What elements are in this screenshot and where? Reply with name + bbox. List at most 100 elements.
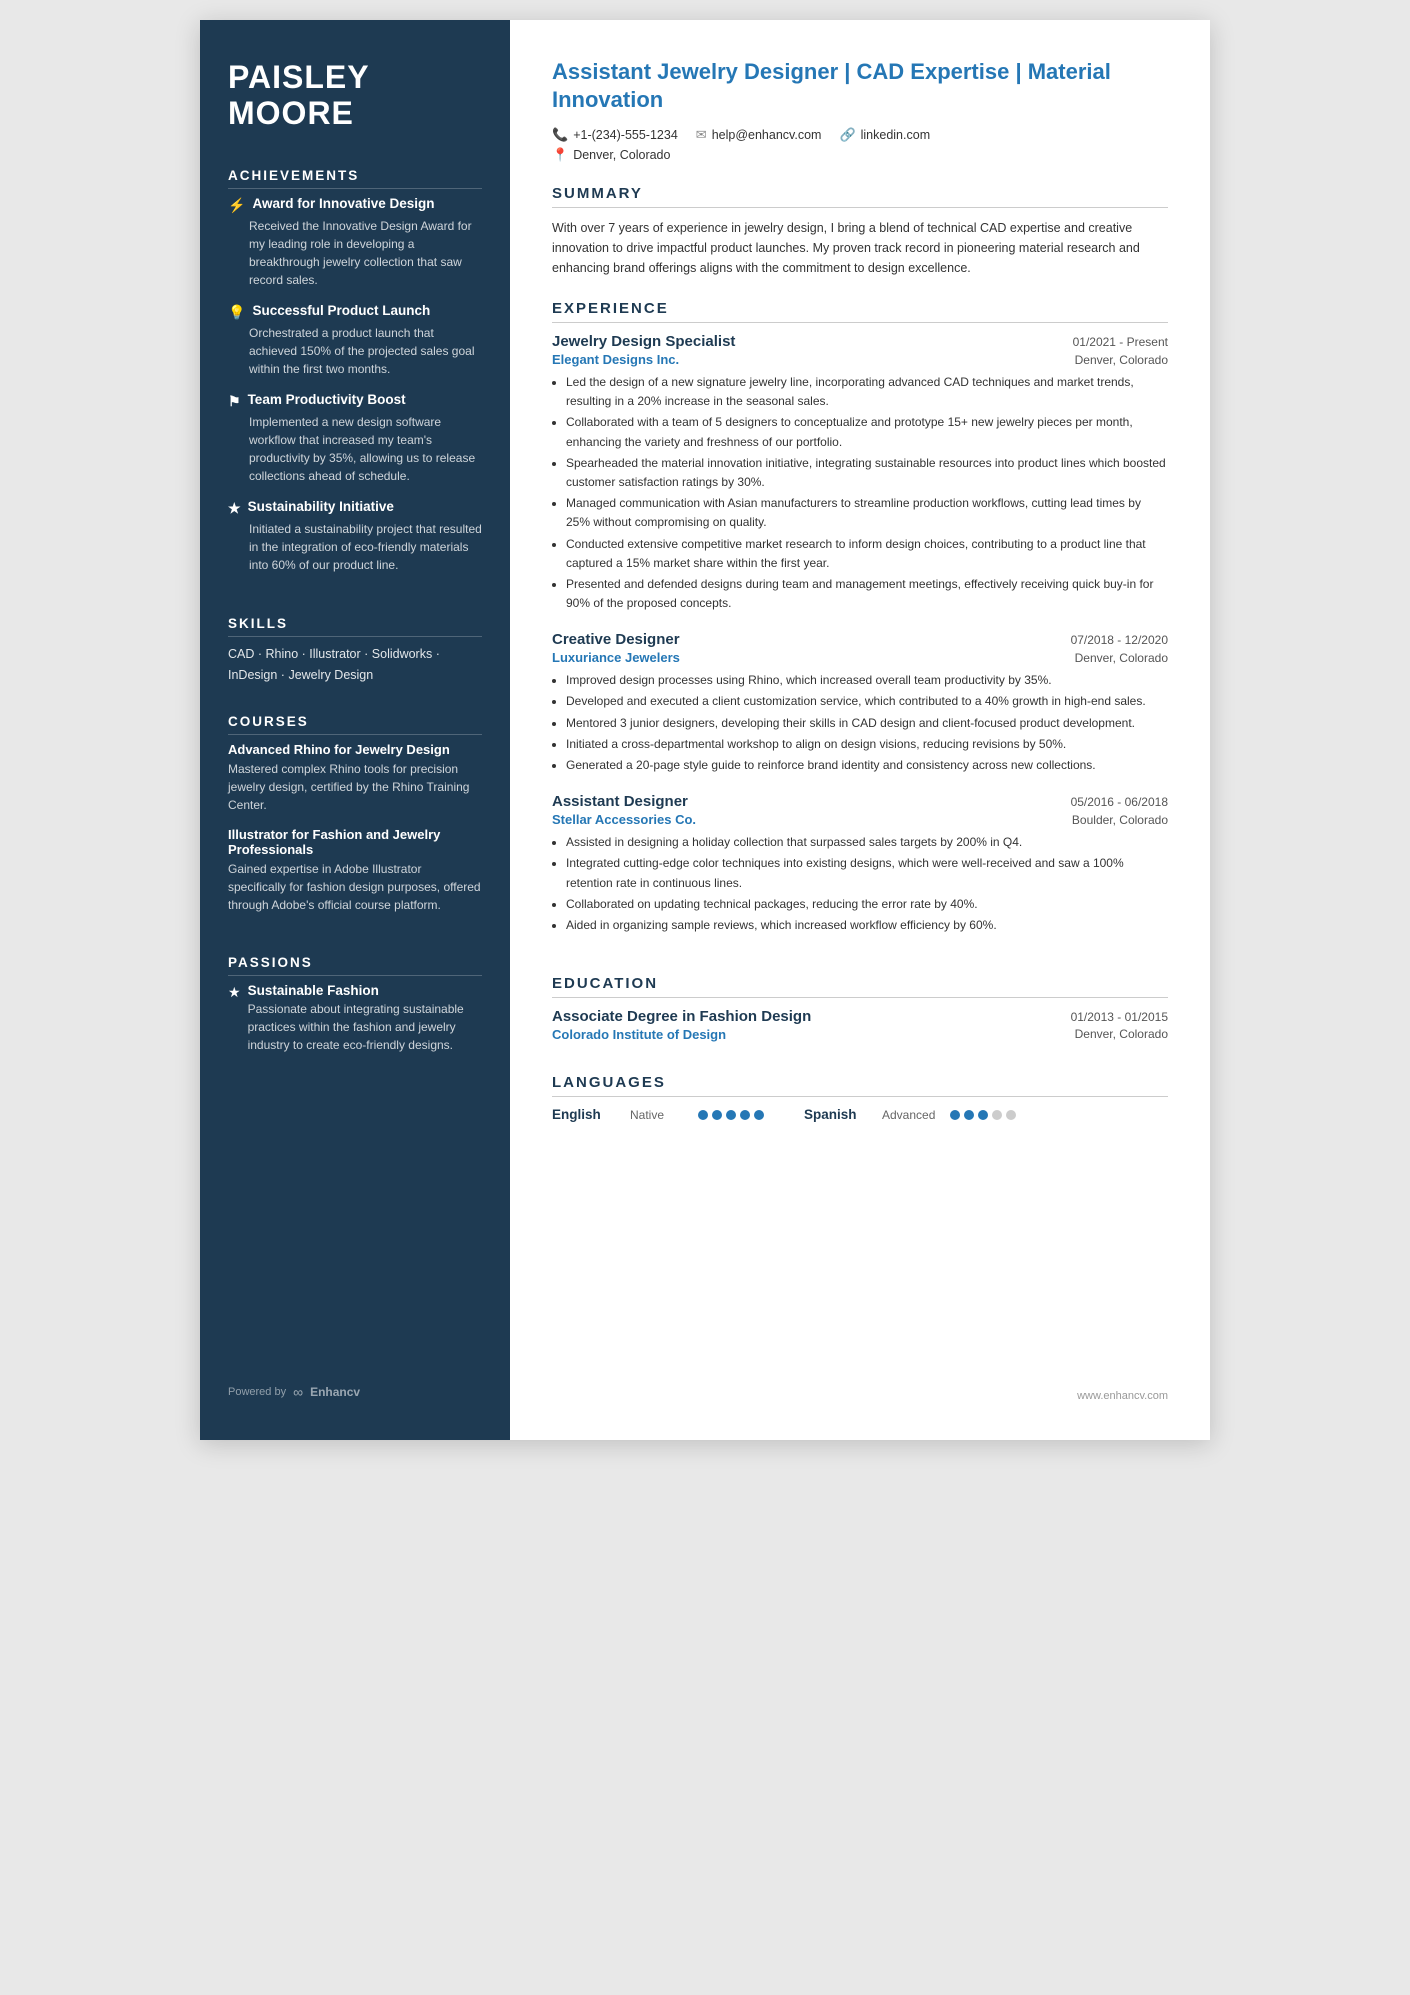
enhancv-brand: Enhancv: [310, 1385, 360, 1399]
achievement-desc: Orchestrated a product launch that achie…: [228, 324, 482, 378]
candidate-name: PAISLEYMOORE: [228, 60, 482, 132]
experience-entry: Creative Designer 07/2018 - 12/2020 Luxu…: [552, 631, 1168, 775]
exp-bullets: Led the design of a new signature jewelr…: [552, 373, 1168, 613]
lang-dot: [992, 1110, 1002, 1120]
exp-date: 01/2021 - Present: [1073, 335, 1168, 349]
exp-company: Elegant Designs Inc.: [552, 352, 679, 367]
summary-title: SUMMARY: [552, 185, 1168, 208]
exp-company: Luxuriance Jewelers: [552, 650, 680, 665]
exp-company: Stellar Accessories Co.: [552, 812, 696, 827]
achievement-title: Award for Innovative Design: [252, 196, 434, 211]
lang-dot: [754, 1110, 764, 1120]
lang-dot: [726, 1110, 736, 1120]
achievements-title: ACHIEVEMENTS: [228, 168, 482, 189]
courses-title: COURSES: [228, 714, 482, 735]
languages-row: English Native Spanish Advanced: [552, 1107, 1168, 1122]
lang-dot: [698, 1110, 708, 1120]
exp-title: Assistant Designer: [552, 793, 688, 810]
experience-entry: Jewelry Design Specialist 01/2021 - Pres…: [552, 333, 1168, 613]
exp-bullet: Aided in organizing sample reviews, whic…: [566, 916, 1168, 935]
course-title: Advanced Rhino for Jewelry Design: [228, 742, 482, 757]
exp-bullet: Led the design of a new signature jewelr…: [566, 373, 1168, 411]
passion-desc: Passionate about integrating sustainable…: [248, 1000, 482, 1054]
exp-bullet: Spearheaded the material innovation init…: [566, 454, 1168, 492]
location-contact: 📍 Denver, Colorado: [552, 147, 670, 163]
lang-dot: [740, 1110, 750, 1120]
email-value: help@enhancv.com: [712, 128, 822, 142]
achievement-icon: ⚡: [228, 197, 245, 214]
lang-dot: [1006, 1110, 1016, 1120]
exp-date: 07/2018 - 12/2020: [1071, 633, 1168, 647]
exp-title: Jewelry Design Specialist: [552, 333, 735, 350]
phone-contact: 📞 +1-(234)-555-1234: [552, 127, 678, 143]
exp-bullet: Generated a 20-page style guide to reinf…: [566, 756, 1168, 775]
exp-bullet: Developed and executed a client customiz…: [566, 692, 1168, 711]
course-desc: Mastered complex Rhino tools for precisi…: [228, 760, 482, 814]
lang-dot: [964, 1110, 974, 1120]
passion-content: Sustainable Fashion Passionate about int…: [248, 983, 482, 1054]
edu-school: Colorado Institute of Design: [552, 1027, 726, 1042]
achievement-icon: 💡: [228, 304, 245, 321]
main-content: Assistant Jewelry Designer | CAD Experti…: [510, 20, 1210, 1440]
location-value: Denver, Colorado: [573, 148, 670, 162]
achievement-item: ★ Sustainability Initiative Initiated a …: [228, 499, 482, 574]
passion-icon: ★: [228, 984, 241, 1001]
lang-dots: [698, 1110, 764, 1120]
education-title: EDUCATION: [552, 975, 1168, 998]
summary-section: SUMMARY With over 7 years of experience …: [552, 185, 1168, 278]
exp-bullet: Integrated cutting-edge color techniques…: [566, 854, 1168, 892]
phone-icon: 📞: [552, 127, 568, 143]
course-item: Illustrator for Fashion and Jewelry Prof…: [228, 827, 482, 914]
achievement-desc: Received the Innovative Design Award for…: [228, 217, 482, 289]
phone-value: +1-(234)-555-1234: [573, 128, 678, 142]
language-item: Spanish Advanced: [804, 1107, 1016, 1122]
exp-bullet: Assisted in designing a holiday collecti…: [566, 833, 1168, 852]
skills-title: SKILLS: [228, 616, 482, 637]
summary-text: With over 7 years of experience in jewel…: [552, 218, 1168, 278]
passion-item: ★ Sustainable Fashion Passionate about i…: [228, 983, 482, 1054]
experience-entry: Assistant Designer 05/2016 - 06/2018 Ste…: [552, 793, 1168, 935]
achievement-desc: Implemented a new design software workfl…: [228, 413, 482, 485]
achievement-title: Sustainability Initiative: [248, 499, 394, 514]
sidebar: PAISLEYMOORE ACHIEVEMENTS ⚡ Award for In…: [200, 20, 510, 1440]
achievement-icon: ★: [228, 500, 241, 517]
language-item: English Native: [552, 1107, 764, 1122]
education-section: EDUCATION Associate Degree in Fashion De…: [552, 975, 1168, 1052]
courses-section: COURSES Advanced Rhino for Jewelry Desig…: [228, 714, 482, 927]
languages-section: LANGUAGES English Native Spanish Advance…: [552, 1074, 1168, 1122]
linkedin-contact: 🔗 linkedin.com: [839, 127, 930, 143]
exp-bullet: Collaborated on updating technical packa…: [566, 895, 1168, 914]
email-icon: ✉: [696, 127, 707, 143]
course-desc: Gained expertise in Adobe Illustrator sp…: [228, 860, 482, 914]
edu-location: Denver, Colorado: [1075, 1027, 1168, 1042]
enhancv-icon: ∞: [293, 1384, 303, 1400]
exp-bullet: Conducted extensive competitive market r…: [566, 535, 1168, 573]
exp-location: Boulder, Colorado: [1072, 813, 1168, 827]
exp-bullet: Presented and defended designs during te…: [566, 575, 1168, 613]
resume-container: PAISLEYMOORE ACHIEVEMENTS ⚡ Award for In…: [200, 20, 1210, 1440]
passion-title: Sustainable Fashion: [248, 983, 482, 998]
exp-bullet: Managed communication with Asian manufac…: [566, 494, 1168, 532]
linkedin-value: linkedin.com: [861, 128, 930, 142]
lang-name: Spanish: [804, 1107, 872, 1122]
job-title: Assistant Jewelry Designer | CAD Experti…: [552, 58, 1168, 113]
achievement-item: 💡 Successful Product Launch Orchestrated…: [228, 303, 482, 378]
exp-title: Creative Designer: [552, 631, 680, 648]
achievement-title: Successful Product Launch: [252, 303, 430, 318]
contact-row-2: 📍 Denver, Colorado: [552, 147, 1168, 163]
exp-location: Denver, Colorado: [1075, 353, 1168, 367]
languages-title: LANGUAGES: [552, 1074, 1168, 1097]
course-item: Advanced Rhino for Jewelry Design Master…: [228, 742, 482, 814]
exp-date: 05/2016 - 06/2018: [1071, 795, 1168, 809]
achievement-item: ⚡ Award for Innovative Design Received t…: [228, 196, 482, 289]
location-icon: 📍: [552, 147, 568, 163]
passions-title: PASSIONS: [228, 955, 482, 976]
passions-section: PASSIONS ★ Sustainable Fashion Passionat…: [228, 955, 482, 1062]
experience-title: EXPERIENCE: [552, 300, 1168, 323]
achievement-title: Team Productivity Boost: [248, 392, 406, 407]
email-contact: ✉ help@enhancv.com: [696, 127, 822, 143]
skills-list: CAD · Rhino · Illustrator · Solidworks ·…: [228, 644, 482, 687]
achievements-section: ACHIEVEMENTS ⚡ Award for Innovative Desi…: [228, 168, 482, 588]
lang-dot: [712, 1110, 722, 1120]
skills-section: SKILLS CAD · Rhino · Illustrator · Solid…: [228, 616, 482, 687]
